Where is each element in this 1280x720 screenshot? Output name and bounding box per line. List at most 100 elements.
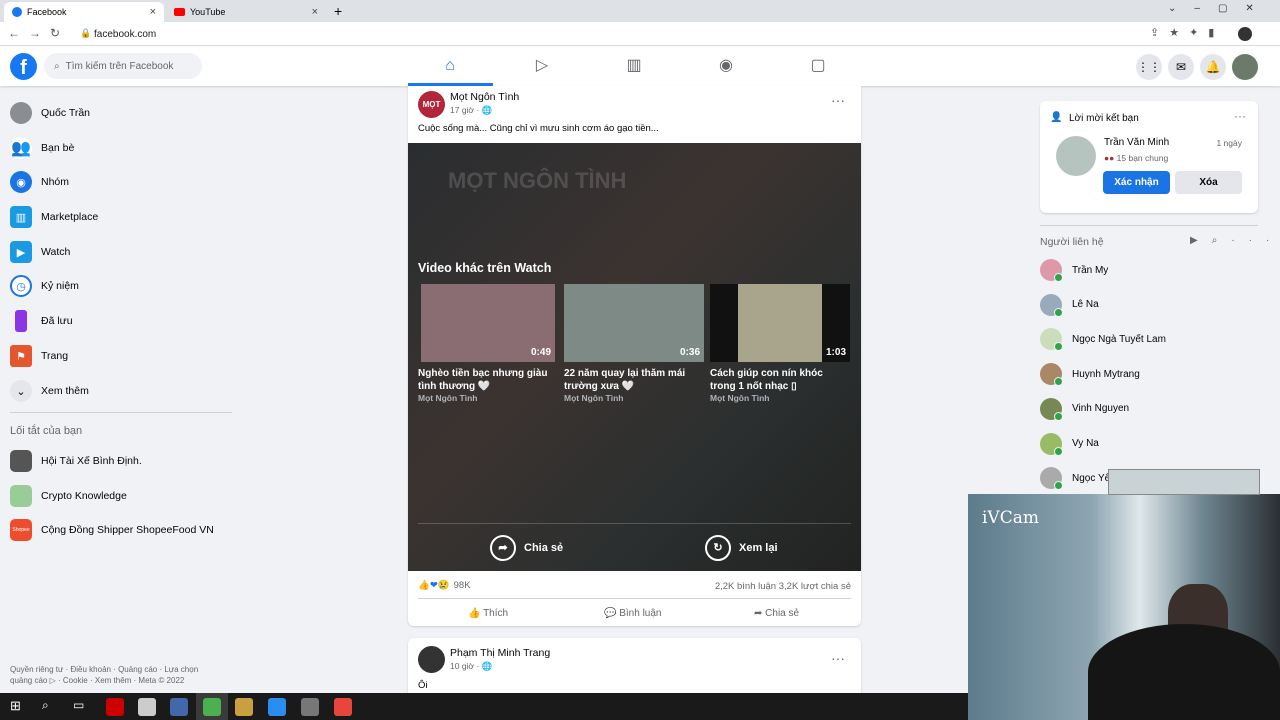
label: Watch <box>41 246 71 258</box>
label: Hội Tài Xế Bình Định. <box>41 455 142 467</box>
post-author[interactable]: Mọt Ngôn Tình <box>450 91 519 103</box>
requester-name[interactable]: Trần Văn Minh <box>1104 137 1169 148</box>
sidebar-item-see-more[interactable]: ⌄ Xem thêm <box>10 380 89 402</box>
video-call-icon[interactable]: ▶ <box>1190 235 1212 246</box>
home-icon[interactable]: ⌂ <box>438 54 462 78</box>
profile-avatar[interactable] <box>1238 27 1252 41</box>
ivcam-icon[interactable] <box>268 698 286 716</box>
duration: 0:36 <box>679 347 700 358</box>
notifications-icon[interactable]: 🔔 <box>1200 54 1226 80</box>
sidebar-item-friends[interactable]: 👥 Bạn bè <box>10 137 74 159</box>
globe-icon: 🌐 <box>481 105 493 115</box>
tab-facebook[interactable]: Facebook × <box>4 2 164 22</box>
app-icon[interactable] <box>106 698 124 716</box>
tab-youtube[interactable]: YouTube × <box>166 2 326 22</box>
video-player[interactable]: MỌT NGÔN TÌNH Video khác trên Watch 0:49… <box>408 143 861 571</box>
person-body <box>1088 624 1280 720</box>
time: 10 giờ · <box>450 661 480 671</box>
app-icon[interactable] <box>138 698 156 716</box>
app-icon[interactable] <box>301 698 319 716</box>
contact-item[interactable]: Ngọc Yến <box>1040 467 1116 491</box>
more-options-icon[interactable]: ··· <box>831 92 845 108</box>
league-icon[interactable] <box>235 698 253 716</box>
shortcut-item[interactable]: Shopee Cộng Đồng Shipper ShopeeFood VN <box>10 519 214 541</box>
sidebar-item-marketplace[interactable]: ▥ Marketplace <box>10 206 98 228</box>
close-icon[interactable]: × <box>312 6 318 18</box>
contact-item[interactable]: Huynh Mytrang <box>1040 363 1140 387</box>
marketplace-icon: ▥ <box>10 206 32 228</box>
sidebar-item-watch[interactable]: ▶ Watch <box>10 241 70 263</box>
contact-avatar <box>1040 328 1063 352</box>
contact-item[interactable]: Lê Na <box>1040 293 1099 317</box>
nav-buttons[interactable]: ←→↻ <box>8 26 69 40</box>
like-button[interactable]: 👍 Thích <box>468 608 508 619</box>
url-field[interactable]: facebook.com <box>94 29 156 40</box>
sidebar-item-memories[interactable]: ◷ Kỷ niệm <box>10 275 79 297</box>
author-avatar[interactable] <box>418 646 445 673</box>
video-suggestion[interactable]: 1:03 Cách giúp con nín khóc trong 1 nốt n… <box>710 284 850 403</box>
share-video-button[interactable]: ➦ Chia sẻ <box>490 535 563 561</box>
post-time[interactable]: 17 giờ · 🌐 <box>450 105 492 116</box>
menu-icon[interactable]: ⋮⋮ <box>1136 54 1162 80</box>
label: Cộng Đồng Shipper ShopeeFood VN <box>41 524 214 536</box>
chrome-icon[interactable] <box>203 698 221 716</box>
task-view-icon[interactable]: ▭ <box>73 698 84 712</box>
more-options-icon[interactable]: ··· <box>1231 235 1280 246</box>
chrome-icon[interactable] <box>334 698 352 716</box>
page-avatar[interactable]: MỌT <box>418 91 445 118</box>
post-time[interactable]: 10 giờ · 🌐 <box>450 661 492 672</box>
footer-links[interactable]: Quyền riêng tư · Điều khoản · Quảng cáo … <box>10 664 198 686</box>
sidebar-item-groups[interactable]: ◉ Nhóm <box>10 171 69 193</box>
toolbar-icons[interactable]: ⇪★✦▮ <box>1150 26 1224 39</box>
label: Bạn bè <box>41 142 75 154</box>
video-source: Mọt Ngôn Tình <box>564 393 624 403</box>
contacts-actions[interactable]: ▶⌕··· <box>1190 235 1280 246</box>
marketplace-icon[interactable]: ▥ <box>622 54 646 78</box>
engagement-stats[interactable]: 2,2K bình luận 3,2K lượt chia sẻ <box>715 581 851 592</box>
delete-button[interactable]: Xóa <box>1175 171 1242 194</box>
window-controls[interactable]: ⌄–▢✕ <box>1168 3 1272 14</box>
search-input[interactable]: ⌕ Tìm kiếm trên Facebook <box>44 53 202 79</box>
contact-item[interactable]: Trần My <box>1040 259 1108 282</box>
contact-item[interactable]: Vinh Nguyen <box>1040 397 1129 421</box>
more-options-icon[interactable]: ··· <box>831 650 845 666</box>
contact-item[interactable]: Vy Na <box>1040 432 1099 456</box>
groups-icon[interactable]: ◉ <box>714 54 738 78</box>
shortcut-item[interactable]: Hội Tài Xế Bình Định. <box>10 450 142 472</box>
close-icon[interactable]: × <box>150 6 156 18</box>
gaming-icon[interactable]: ▢ <box>806 54 830 78</box>
sidebar-item-profile[interactable]: Quốc Trần <box>10 102 90 124</box>
share-button[interactable]: ➦ Chia sẻ <box>754 608 799 619</box>
messenger-icon[interactable]: ✉ <box>1168 54 1194 80</box>
group-avatar <box>10 485 32 507</box>
contact-item[interactable]: Ngọc Ngà Tuyết Lam <box>1040 328 1166 352</box>
video-suggestion[interactable]: 0:49 Nghèo tiền bạc nhưng giàu tình thươn… <box>418 284 558 403</box>
account-avatar[interactable] <box>1232 54 1258 80</box>
new-tab-button[interactable]: + <box>334 3 342 19</box>
reaction-summary[interactable]: 👍❤😢 98K <box>418 580 471 591</box>
webcam-overlay[interactable]: iVCam <box>968 494 1280 720</box>
shortcut-item[interactable]: Crypto Knowledge <box>10 485 127 507</box>
confirm-button[interactable]: Xác nhận <box>1103 171 1170 194</box>
friend-request-card: 👤 Lời mời kết bạn ··· Trần Văn Minh 1 ng… <box>1040 101 1258 213</box>
windows-start-icon[interactable]: ⊞ <box>10 698 21 714</box>
search-icon[interactable]: ⌕ <box>1212 235 1232 246</box>
post-author[interactable]: Phạm Thị Minh Trang <box>450 647 550 659</box>
watermark: MỌT NGÔN TÌNH <box>448 168 627 193</box>
label: Đã lưu <box>41 315 73 327</box>
sidebar-item-pages[interactable]: ⚑ Trang <box>10 345 68 367</box>
app-icon[interactable] <box>170 698 188 716</box>
video-suggestion[interactable]: 0:36 22 năm quay lại thăm mái trường xưa … <box>564 284 704 403</box>
comment-button[interactable]: 💬 Bình luận <box>604 608 662 619</box>
more-options-icon[interactable]: ··· <box>1234 109 1246 123</box>
sidebar-item-saved[interactable]: Đã lưu <box>10 310 73 332</box>
address-bar-row: ←→↻ 🔒 facebook.com ⇪★✦▮ <box>0 22 1280 46</box>
divider <box>1040 225 1258 226</box>
requester-avatar[interactable] <box>1056 136 1096 176</box>
watch-icon[interactable]: ▷ <box>530 54 554 78</box>
groups-icon: ◉ <box>10 171 32 193</box>
facebook-logo[interactable]: f <box>10 53 37 80</box>
replay-button[interactable]: ↻ Xem lại <box>705 535 778 561</box>
contact-name: Lê Na <box>1072 299 1099 311</box>
search-icon[interactable]: ⌕ <box>42 698 49 713</box>
